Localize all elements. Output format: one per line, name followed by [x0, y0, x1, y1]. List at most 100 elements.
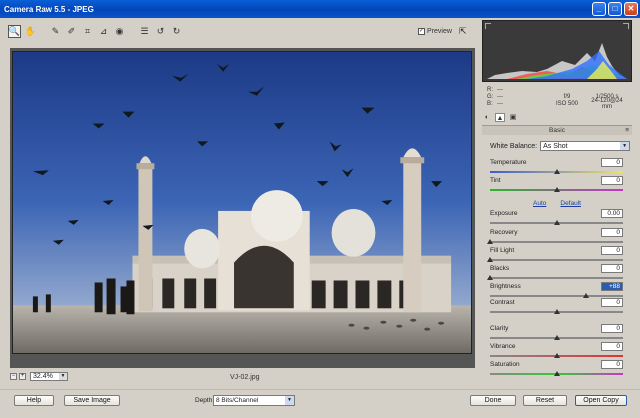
r-value: ---: [497, 86, 503, 93]
minimize-button[interactable]: _: [592, 2, 606, 16]
preview-toggle[interactable]: ✓ Preview: [418, 28, 452, 35]
shadow-clipping-warning[interactable]: [485, 23, 491, 29]
b-label: B:: [487, 100, 493, 107]
help-button[interactable]: Help: [14, 395, 54, 406]
slider-value-field[interactable]: 0: [601, 264, 623, 273]
hand-tool-icon[interactable]: ✋: [24, 25, 37, 38]
camera-info: R: --- G: --- f/9 1/2500 s B: --- ISO 500 24-12…: [487, 86, 632, 110]
close-button[interactable]: ✕: [624, 2, 638, 16]
slider-value-field[interactable]: 0: [601, 342, 623, 351]
redeye-tool-icon[interactable]: ◉: [113, 25, 126, 38]
slider-thumb[interactable]: [553, 169, 560, 174]
panel-menu-icon[interactable]: ≡: [625, 126, 629, 136]
slider-clarity[interactable]: Clarity 0: [490, 324, 623, 343]
eyedropper-tool-icon[interactable]: ✎: [49, 25, 62, 38]
slider-thumb[interactable]: [553, 187, 560, 192]
slider-fill-light[interactable]: Fill Light 0: [487, 246, 623, 265]
depth-label: Depth:: [195, 397, 215, 404]
white-balance-value: As Shot: [543, 142, 568, 150]
slider-value-field[interactable]: 0: [601, 324, 623, 333]
preview-checkbox[interactable]: ✓: [418, 28, 425, 35]
histogram-graph: [487, 43, 627, 79]
white-balance-label: White Balance:: [490, 142, 538, 150]
slider-label: Clarity: [490, 325, 509, 332]
zoom-select[interactable]: 32.4% ▼: [30, 372, 68, 381]
white-balance-select[interactable]: As Shot ▼: [540, 141, 631, 151]
slider-temperature[interactable]: Temperature 0: [490, 158, 623, 177]
iso-value: ISO 500: [555, 100, 578, 107]
tab-detail-icon[interactable]: ▣: [508, 113, 518, 122]
slider-value-field[interactable]: 0.00: [601, 209, 623, 218]
slider-exposure[interactable]: Exposure 0.00: [490, 209, 623, 228]
straighten-tool-icon[interactable]: ⊿: [97, 25, 110, 38]
tab-tone-curve-icon[interactable]: ▲: [495, 113, 505, 122]
chevron-down-icon: ▼: [59, 373, 67, 380]
slider-thumb[interactable]: [487, 275, 493, 280]
save-image-button[interactable]: Save Image: [64, 395, 120, 406]
auto-default-row: Auto Default: [482, 200, 632, 207]
slider-label: Contrast: [490, 299, 515, 306]
aperture-value: f/9: [563, 93, 571, 100]
fullscreen-icon[interactable]: ⇱: [459, 26, 471, 36]
zoom-out-button[interactable]: −: [10, 373, 17, 380]
done-button[interactable]: Done: [470, 395, 516, 406]
slider-thumb[interactable]: [553, 220, 560, 225]
open-copy-button[interactable]: Open Copy: [575, 395, 627, 406]
preview-photo: [12, 51, 472, 354]
slider-label: Recovery: [490, 229, 518, 236]
slider-label: Temperature: [490, 159, 527, 166]
slider-recovery[interactable]: Recovery 0: [487, 228, 623, 247]
slider-label: Blacks: [490, 265, 510, 272]
slider-thumb[interactable]: [487, 239, 493, 244]
tab-basic-icon[interactable]: ◐: [482, 113, 492, 122]
depth-value: 8 Bits/Channel: [216, 397, 259, 404]
slider-value-field[interactable]: +88: [601, 282, 623, 291]
zoom-in-button[interactable]: +: [19, 373, 26, 380]
slider-thumb[interactable]: [553, 309, 560, 314]
slider-value-field[interactable]: 0: [601, 246, 623, 255]
preferences-tool-icon[interactable]: ☰: [138, 25, 151, 38]
slider-value-field[interactable]: 0: [601, 228, 623, 237]
maximize-button[interactable]: □: [608, 2, 622, 16]
slider-value-field[interactable]: 0: [601, 360, 623, 369]
window-title: Camera Raw 5.5 - JPEG: [4, 4, 94, 14]
depth-select[interactable]: 8 Bits/Channel ▼: [213, 395, 295, 406]
histogram: [482, 20, 632, 82]
slider-saturation[interactable]: Saturation 0: [490, 360, 623, 379]
rotate-ccw-tool-icon[interactable]: ↺: [154, 25, 167, 38]
slider-track[interactable]: [490, 241, 623, 243]
default-link[interactable]: Default: [560, 200, 581, 207]
chevron-down-icon: ▼: [285, 396, 294, 405]
crop-tool-icon[interactable]: ⌗: [81, 25, 94, 38]
slider-blacks[interactable]: Blacks 0: [487, 264, 623, 283]
slider-tint[interactable]: Tint 0: [490, 176, 623, 195]
slider-value-field[interactable]: 0: [601, 298, 623, 307]
image-canvas[interactable]: [10, 48, 475, 368]
slider-thumb[interactable]: [553, 353, 560, 358]
window-controls: _ □ ✕: [592, 2, 638, 16]
zoom-tool-icon[interactable]: 🔍: [8, 24, 21, 38]
basic-panel: White Balance: As Shot ▼ Auto Default Te…: [482, 137, 632, 383]
slider-value-field[interactable]: 0: [601, 158, 623, 167]
slider-track[interactable]: [490, 277, 623, 279]
highlight-clipping-warning[interactable]: [623, 23, 629, 29]
slider-track[interactable]: [490, 259, 623, 261]
color-sampler-tool-icon[interactable]: ✐: [65, 25, 78, 38]
bottom-bar: Help Save Image Depth: 8 Bits/Channel ▼ …: [0, 389, 640, 418]
slider-label: Brightness: [490, 283, 521, 290]
slider-thumb[interactable]: [553, 335, 560, 340]
slider-thumb[interactable]: [487, 257, 493, 262]
slider-thumb[interactable]: [582, 293, 589, 298]
auto-link[interactable]: Auto: [533, 200, 546, 207]
panel-title: Basic: [549, 127, 565, 134]
window-titlebar: Camera Raw 5.5 - JPEG _ □ ✕: [0, 0, 640, 18]
rotate-cw-tool-icon[interactable]: ↻: [170, 25, 183, 38]
slider-contrast[interactable]: Contrast 0: [490, 298, 623, 317]
slider-vibrance[interactable]: Vibrance 0: [490, 342, 623, 361]
slider-thumb[interactable]: [553, 371, 560, 376]
slider-value-field[interactable]: 0: [601, 176, 623, 185]
slider-label: Exposure: [490, 210, 518, 217]
slider-track[interactable]: [490, 295, 623, 297]
reset-button[interactable]: Reset: [523, 395, 567, 406]
zoom-controls: − + 32.4% ▼: [10, 372, 68, 381]
